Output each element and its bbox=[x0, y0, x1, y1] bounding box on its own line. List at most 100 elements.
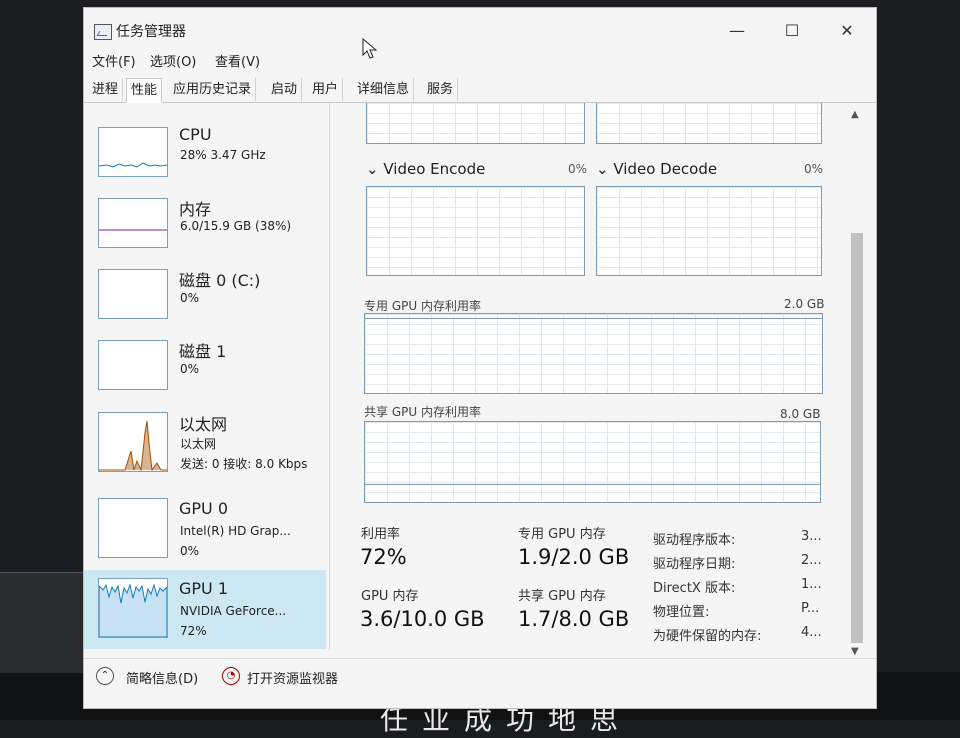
sidebar-title: 以太网 bbox=[179, 415, 228, 434]
gpu-memory-value: 3.6/10.0 GB bbox=[360, 607, 485, 631]
shared-memory-graph-label: 共享 GPU 内存利用率 bbox=[364, 405, 481, 419]
minimize-button[interactable]: — bbox=[714, 16, 760, 46]
utilization-label: 利用率 bbox=[361, 527, 401, 542]
chevron-down-icon: ⌄ bbox=[596, 160, 609, 178]
close-button[interactable]: ✕ bbox=[824, 16, 870, 46]
menu-options[interactable]: 选项(O) bbox=[150, 51, 196, 70]
open-resource-monitor-link[interactable]: 打开资源监视器 bbox=[247, 668, 338, 687]
directx-version-label: DirectX 版本: bbox=[653, 581, 736, 596]
utilization-value: 72% bbox=[360, 545, 407, 569]
dedicated-memory-label: 专用 GPU 内存 bbox=[518, 527, 606, 542]
title-bar[interactable]: 任务管理器 — ☐ ✕ bbox=[84, 8, 876, 46]
background-window bbox=[0, 572, 84, 673]
sidebar-subtitle: NVIDIA GeForce... bbox=[180, 604, 287, 618]
dedicated-memory-value: 1.9/2.0 GB bbox=[518, 545, 630, 569]
video-decode-graph bbox=[596, 186, 822, 276]
performance-sidebar: CPU 28% 3.47 GHz 内存 6.0/15.9 GB (38%) 磁盘… bbox=[84, 103, 330, 650]
scroll-thumb[interactable] bbox=[851, 233, 863, 643]
memory-thumbnail-graph bbox=[98, 198, 168, 248]
maximize-button[interactable]: ☐ bbox=[769, 16, 815, 46]
sidebar-subtitle: 28% 3.47 GHz bbox=[180, 148, 266, 162]
sidebar-title: 内存 bbox=[179, 200, 212, 219]
dedicated-memory-graph bbox=[364, 313, 823, 394]
ethernet-thumbnail-graph bbox=[98, 412, 168, 472]
disk-1-thumbnail-graph bbox=[98, 340, 168, 390]
shared-memory-label: 共享 GPU 内存 bbox=[518, 589, 606, 604]
chevron-down-icon: ⌄ bbox=[366, 160, 379, 178]
shared-memory-graph bbox=[364, 421, 821, 503]
sidebar-subtitle: 0% bbox=[180, 362, 200, 376]
sidebar-subtitle: 6.0/15.9 GB (38%) bbox=[180, 219, 292, 233]
shared-memory-value: 1.7/8.0 GB bbox=[518, 607, 630, 631]
hardware-reserved-memory-value: 4... bbox=[801, 625, 822, 640]
tab-app-history[interactable]: 应用历史记录 bbox=[169, 78, 257, 101]
tab-details[interactable]: 详细信息 bbox=[353, 78, 415, 101]
video-encode-graph bbox=[366, 186, 585, 276]
sidebar-network-rate: 发送: 0 接收: 8.0 Kbps bbox=[180, 457, 308, 471]
sidebar-title: 磁盘 1 bbox=[179, 342, 227, 361]
cpu-thumbnail-graph bbox=[98, 127, 168, 177]
sidebar-item-disk-1[interactable]: 磁盘 1 0% bbox=[84, 326, 326, 404]
video-encode-value: 0% bbox=[568, 162, 588, 176]
video-decode-value: 0% bbox=[804, 162, 824, 176]
menu-view[interactable]: 查看(V) bbox=[215, 51, 260, 70]
dedicated-memory-graph-max: 2.0 GB bbox=[784, 297, 825, 311]
sidebar-item-ethernet[interactable]: 以太网 以太网 发送: 0 接收: 8.0 Kbps bbox=[84, 404, 326, 482]
sidebar-title: GPU 0 bbox=[179, 499, 229, 518]
dedicated-memory-fill-line bbox=[365, 318, 822, 319]
shared-memory-graph-max: 8.0 GB bbox=[780, 407, 821, 421]
gpu-0-thumbnail-graph bbox=[98, 498, 168, 558]
tab-startup[interactable]: 启动 bbox=[267, 78, 303, 101]
disk-0-thumbnail-graph bbox=[98, 269, 168, 319]
sidebar-title: CPU bbox=[179, 125, 212, 144]
gpu-1-thumbnail-graph bbox=[98, 578, 168, 638]
sidebar-item-disk-0[interactable]: 磁盘 0 (C:) 0% bbox=[84, 255, 326, 333]
sidebar-item-cpu[interactable]: CPU 28% 3.47 GHz bbox=[84, 113, 326, 191]
dedicated-memory-graph-label: 专用 GPU 内存利用率 bbox=[364, 299, 481, 313]
3d-graph bbox=[366, 103, 585, 144]
tab-performance[interactable]: 性能 bbox=[126, 78, 163, 103]
scroll-down-arrow-icon[interactable]: ▼ bbox=[851, 646, 859, 657]
vertical-scrollbar[interactable]: ▲ ▼ bbox=[848, 103, 866, 663]
video-decode-title[interactable]: ⌄ Video Decode bbox=[596, 160, 717, 178]
collapse-up-icon[interactable]: ⌃ bbox=[96, 667, 114, 685]
gpu-memory-label: GPU 内存 bbox=[361, 589, 419, 604]
directx-version-value: 1... bbox=[801, 577, 822, 592]
sidebar-title: 磁盘 0 (C:) bbox=[179, 271, 261, 290]
window-title: 任务管理器 bbox=[116, 24, 186, 40]
sidebar-subtitle: 以太网 bbox=[180, 437, 217, 451]
scroll-up-arrow-icon[interactable]: ▲ bbox=[851, 109, 859, 120]
driver-version-label: 驱动程序版本: bbox=[653, 533, 736, 548]
menu-bar: 文件(F) 选项(O) 查看(V) bbox=[84, 46, 876, 72]
tab-services[interactable]: 服务 bbox=[423, 78, 459, 101]
sidebar-usage: 0% bbox=[180, 544, 200, 558]
menu-file[interactable]: 文件(F) bbox=[92, 51, 136, 70]
sidebar-subtitle: 0% bbox=[180, 291, 200, 305]
video-encode-title[interactable]: ⌄ Video Encode bbox=[366, 160, 485, 178]
tab-users[interactable]: 用户 bbox=[308, 78, 344, 101]
gpu-details-panel: ⌄ Video Encode 0% ⌄ Video Decode 0% 专用 G… bbox=[348, 103, 826, 650]
shared-memory-fill-line bbox=[365, 484, 820, 485]
driver-version-value: 3... bbox=[801, 529, 822, 544]
driver-date-label: 驱动程序日期: bbox=[653, 557, 736, 572]
mouse-cursor-icon bbox=[362, 38, 378, 59]
hardware-reserved-memory-label: 为硬件保留的内存: bbox=[653, 629, 762, 644]
sidebar-usage: 72% bbox=[180, 624, 207, 638]
physical-location-label: 物理位置: bbox=[653, 605, 710, 620]
sidebar-title: GPU 1 bbox=[179, 579, 229, 598]
fewer-details-link[interactable]: 简略信息(D) bbox=[126, 668, 198, 687]
sidebar-item-memory[interactable]: 内存 6.0/15.9 GB (38%) bbox=[84, 184, 326, 262]
resource-monitor-icon[interactable]: ◔ bbox=[222, 667, 240, 685]
copy-graph bbox=[596, 103, 822, 144]
physical-location-value: P... bbox=[801, 601, 820, 616]
task-manager-window: 任务管理器 — ☐ ✕ 文件(F) 选项(O) 查看(V) 进程 性能 应用历史… bbox=[84, 8, 876, 708]
driver-date-value: 2... bbox=[801, 553, 822, 568]
sidebar-item-gpu-0[interactable]: GPU 0 Intel(R) HD Grap... 0% bbox=[84, 488, 326, 566]
tab-processes[interactable]: 进程 bbox=[88, 78, 124, 101]
video-decode-label: Video Decode bbox=[613, 160, 718, 178]
video-encode-label: Video Encode bbox=[383, 160, 486, 178]
sidebar-item-gpu-1[interactable]: GPU 1 NVIDIA GeForce... 72% bbox=[84, 570, 326, 649]
task-manager-icon bbox=[94, 24, 112, 40]
sidebar-subtitle: Intel(R) HD Grap... bbox=[180, 524, 291, 538]
footer-bar: ⌃ 简略信息(D) ◔ 打开资源监视器 bbox=[84, 658, 876, 699]
